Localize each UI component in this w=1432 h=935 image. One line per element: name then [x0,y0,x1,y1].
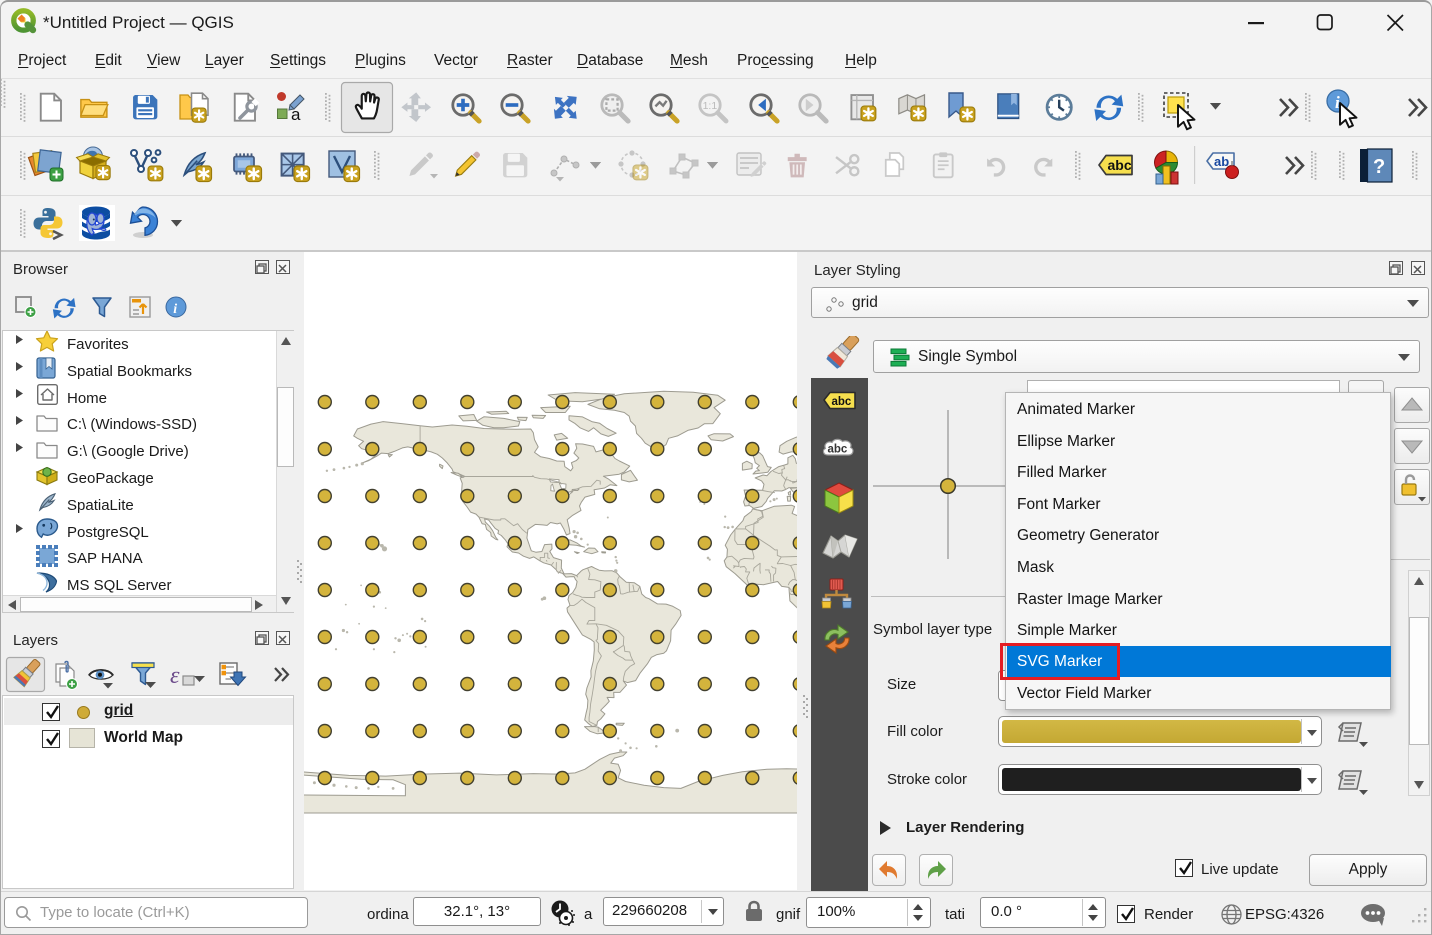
svg-text:abc: abc [828,444,848,456]
svg-text:1:1: 1:1 [703,100,718,112]
svg-text:?: ? [1373,156,1385,178]
svg-text:abc: abc [1108,157,1132,173]
svg-text:abc: abc [832,396,852,408]
svg-text:i: i [173,302,177,317]
svg-text:a: a [291,105,301,124]
svg-text:ε: ε [170,663,180,689]
svg-text:ab: ab [1214,154,1229,169]
